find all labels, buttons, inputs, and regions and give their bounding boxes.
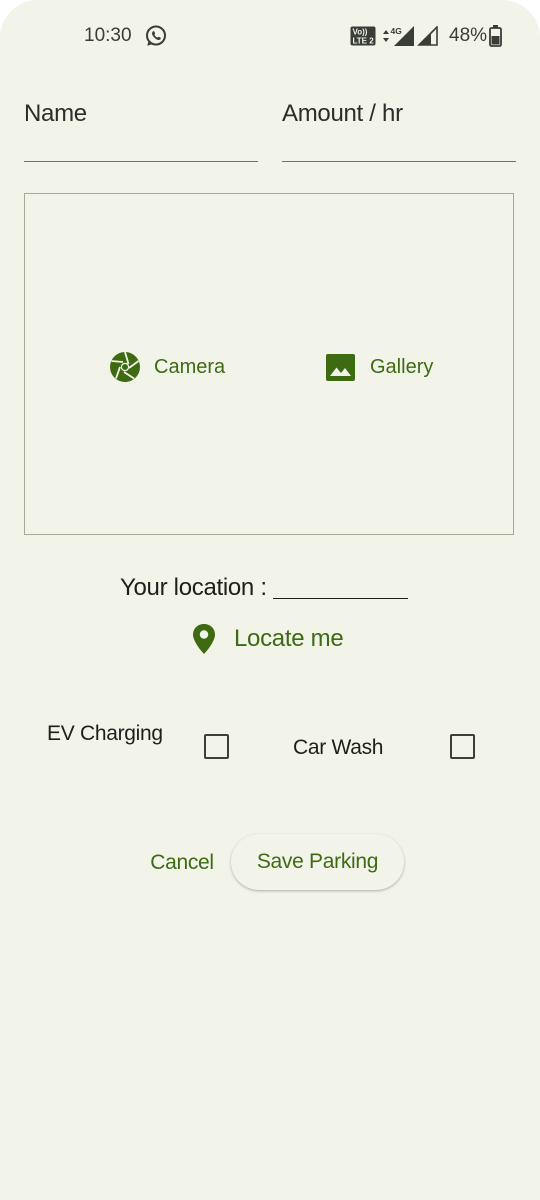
name-field-label: Name [24,100,87,127]
screen: 10:30 Vo)) LTE 2 4G 48% Name Amount / hr… [0,0,540,1200]
locate-me-label: Locate me [234,625,344,652]
location-value-line [272,597,408,599]
volte-icon: Vo)) LTE 2 [350,26,376,46]
whatsapp-icon [146,25,166,46]
car-wash-label: Car Wash [293,736,384,759]
svg-text:Vo)): Vo)) [353,28,368,37]
svg-text:4G: 4G [391,26,403,36]
name-field[interactable]: Name [24,90,258,162]
amount-field-label: Amount / hr [282,100,403,127]
save-parking-button-label: Save Parking [256,850,379,873]
car-wash-checkbox[interactable] [450,734,475,759]
location-row: Your location : [120,570,408,602]
location-label: Your location : [120,574,267,601]
gallery-button-label: Gallery [370,355,434,378]
camera-button-label: Camera [154,355,226,378]
ev-charging-checkbox[interactable] [204,734,229,759]
locate-me-button[interactable]: Locate me [190,621,344,657]
camera-button[interactable]: Camera [109,350,225,384]
image-picker-box: Camera Gallery [24,193,514,535]
signal-icon [417,26,438,46]
network-4g-icon: 4G [383,26,414,46]
status-time: 10:30 [84,25,132,46]
battery-icon [489,25,502,47]
amount-field-underline [282,161,516,162]
status-bar: 10:30 Vo)) LTE 2 4G 48% [0,0,540,72]
name-field-underline [24,161,258,162]
battery-percent: 48% [449,25,488,46]
cancel-button[interactable]: Cancel [140,838,224,888]
save-parking-button[interactable]: Save Parking [231,834,404,890]
camera-shutter-icon [110,351,140,382]
cancel-button-label: Cancel [150,851,214,874]
image-icon [326,354,355,381]
gallery-button[interactable]: Gallery [325,350,433,384]
ev-charging-label: EV Charging [47,722,163,745]
amount-field[interactable]: Amount / hr [282,90,516,162]
svg-text:LTE 2: LTE 2 [353,37,375,46]
map-pin-icon [193,624,215,654]
